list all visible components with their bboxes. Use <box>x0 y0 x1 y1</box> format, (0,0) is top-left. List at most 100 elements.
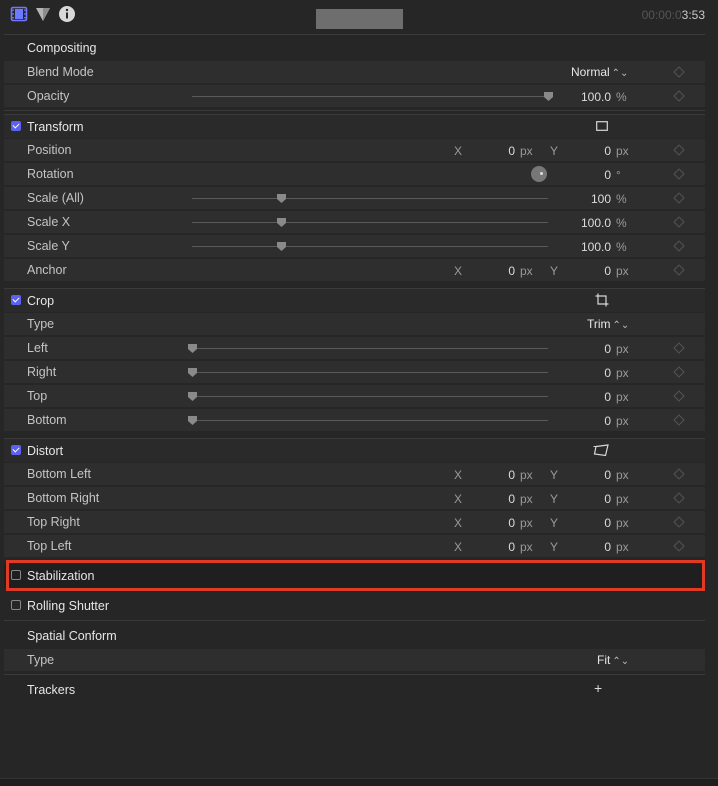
keyframe-icon[interactable] <box>673 366 685 378</box>
x-axis-label: X <box>454 516 463 530</box>
param-top-left[interactable]: Top Left X 0 px Y 0 px <box>4 534 705 557</box>
keyframe-icon[interactable] <box>673 414 685 426</box>
crop-right-value[interactable]: 0 <box>604 366 611 380</box>
keyframe-icon[interactable] <box>673 192 685 204</box>
crop-bottom-slider[interactable] <box>188 416 548 425</box>
param-scale-all[interactable]: Scale (All) 100 % <box>4 186 705 209</box>
divider <box>4 674 705 675</box>
slider-knob[interactable] <box>188 344 197 353</box>
keyframe-icon[interactable] <box>673 516 685 528</box>
top-right-x-value[interactable]: 0 <box>508 516 515 530</box>
section-transform[interactable]: Transform <box>4 114 705 138</box>
crop-type-popup[interactable]: Trim ⌃⌄ <box>587 317 629 331</box>
slider-knob[interactable] <box>277 194 286 203</box>
anchor-x-value[interactable]: 0 <box>508 264 515 278</box>
scale-all-slider[interactable] <box>192 194 548 203</box>
info-icon[interactable] <box>58 5 76 23</box>
plus-icon[interactable]: + <box>594 680 602 696</box>
keyframe-icon[interactable] <box>673 90 685 102</box>
param-crop-left[interactable]: Left 0 px <box>4 336 705 359</box>
filter-icon[interactable] <box>34 5 52 23</box>
rotation-dial-icon[interactable] <box>531 166 547 182</box>
unit-label: px <box>616 144 629 158</box>
slider-knob[interactable] <box>188 392 197 401</box>
scale-x-slider[interactable] <box>192 218 548 227</box>
transform-checkbox[interactable] <box>11 121 21 131</box>
unit-label: px <box>616 492 629 506</box>
scale-y-slider[interactable] <box>192 242 548 251</box>
bottom-right-y-value[interactable]: 0 <box>604 492 611 506</box>
param-conform-type[interactable]: Type Fit ⌃⌄ <box>4 648 705 671</box>
keyframe-icon[interactable] <box>673 264 685 276</box>
param-rotation[interactable]: Rotation 0 ° <box>4 162 705 185</box>
section-crop[interactable]: Crop <box>4 288 705 312</box>
keyframe-icon[interactable] <box>673 66 685 78</box>
top-right-y-value[interactable]: 0 <box>604 516 611 530</box>
crop-right-slider[interactable] <box>188 368 548 377</box>
param-label: Right <box>27 365 57 379</box>
unit-label: px <box>616 264 629 278</box>
param-crop-bottom[interactable]: Bottom 0 px <box>4 408 705 431</box>
keyframe-icon[interactable] <box>673 240 685 252</box>
position-x-value[interactable]: 0 <box>508 144 515 158</box>
param-crop-type[interactable]: Type Trim ⌃⌄ <box>4 312 705 335</box>
param-opacity[interactable]: Opacity 100.0 % <box>4 84 705 107</box>
conform-type-popup[interactable]: Fit ⌃⌄ <box>597 653 629 667</box>
param-scale-y[interactable]: Scale Y 100.0 % <box>4 234 705 257</box>
slider-knob[interactable] <box>188 416 197 425</box>
unit-label: px <box>616 342 629 356</box>
stabilization-checkbox[interactable] <box>11 570 21 580</box>
crop-left-value[interactable]: 0 <box>604 342 611 356</box>
keyframe-icon[interactable] <box>673 144 685 156</box>
section-title: Distort <box>27 444 64 458</box>
crop-checkbox[interactable] <box>11 295 21 305</box>
crop-top-value[interactable]: 0 <box>604 390 611 404</box>
opacity-value[interactable]: 100.0 <box>581 90 611 104</box>
bottom-left-y-value[interactable]: 0 <box>604 468 611 482</box>
param-scale-x[interactable]: Scale X 100.0 % <box>4 210 705 233</box>
top-left-x-value[interactable]: 0 <box>508 540 515 554</box>
param-anchor[interactable]: Anchor X 0 px Y 0 px <box>4 258 705 281</box>
rolling-shutter-checkbox[interactable] <box>11 600 21 610</box>
distort-icon[interactable] <box>593 444 611 457</box>
opacity-slider[interactable] <box>192 92 553 101</box>
keyframe-icon[interactable] <box>673 492 685 504</box>
distort-checkbox[interactable] <box>11 445 21 455</box>
position-y-value[interactable]: 0 <box>604 144 611 158</box>
param-bottom-left[interactable]: Bottom Left X 0 px Y 0 px <box>4 462 705 485</box>
param-top-right[interactable]: Top Right X 0 px Y 0 px <box>4 510 705 533</box>
section-stabilization[interactable]: Stabilization <box>4 564 705 588</box>
keyframe-icon[interactable] <box>673 540 685 552</box>
slider-knob[interactable] <box>277 218 286 227</box>
slider-knob[interactable] <box>544 92 553 101</box>
section-rolling-shutter[interactable]: Rolling Shutter <box>4 594 705 618</box>
keyframe-icon[interactable] <box>673 342 685 354</box>
bottom-right-x-value[interactable]: 0 <box>508 492 515 506</box>
crop-bottom-value[interactable]: 0 <box>604 414 611 428</box>
scale-y-value[interactable]: 100.0 <box>581 240 611 254</box>
rotation-value[interactable]: 0 <box>604 168 611 182</box>
anchor-y-value[interactable]: 0 <box>604 264 611 278</box>
blend-mode-popup[interactable]: Normal ⌃⌄ <box>571 65 628 79</box>
keyframe-icon[interactable] <box>673 168 685 180</box>
film-icon[interactable] <box>10 5 28 23</box>
keyframe-icon[interactable] <box>673 216 685 228</box>
crop-top-slider[interactable] <box>188 392 548 401</box>
top-left-y-value[interactable]: 0 <box>604 540 611 554</box>
scale-x-value[interactable]: 100.0 <box>581 216 611 230</box>
param-bottom-right[interactable]: Bottom Right X 0 px Y 0 px <box>4 486 705 509</box>
slider-knob[interactable] <box>188 368 197 377</box>
bottom-left-x-value[interactable]: 0 <box>508 468 515 482</box>
slider-knob[interactable] <box>277 242 286 251</box>
section-distort[interactable]: Distort <box>4 438 705 462</box>
transform-rect-icon[interactable] <box>596 121 608 131</box>
scale-all-value[interactable]: 100 <box>591 192 611 206</box>
param-crop-right[interactable]: Right 0 px <box>4 360 705 383</box>
keyframe-icon[interactable] <box>673 468 685 480</box>
param-crop-top[interactable]: Top 0 px <box>4 384 705 407</box>
param-blend-mode[interactable]: Blend Mode Normal ⌃⌄ <box>4 60 705 83</box>
param-position[interactable]: Position X 0 px Y 0 px <box>4 138 705 161</box>
keyframe-icon[interactable] <box>673 390 685 402</box>
crop-icon[interactable] <box>595 293 609 307</box>
crop-left-slider[interactable] <box>188 344 548 353</box>
